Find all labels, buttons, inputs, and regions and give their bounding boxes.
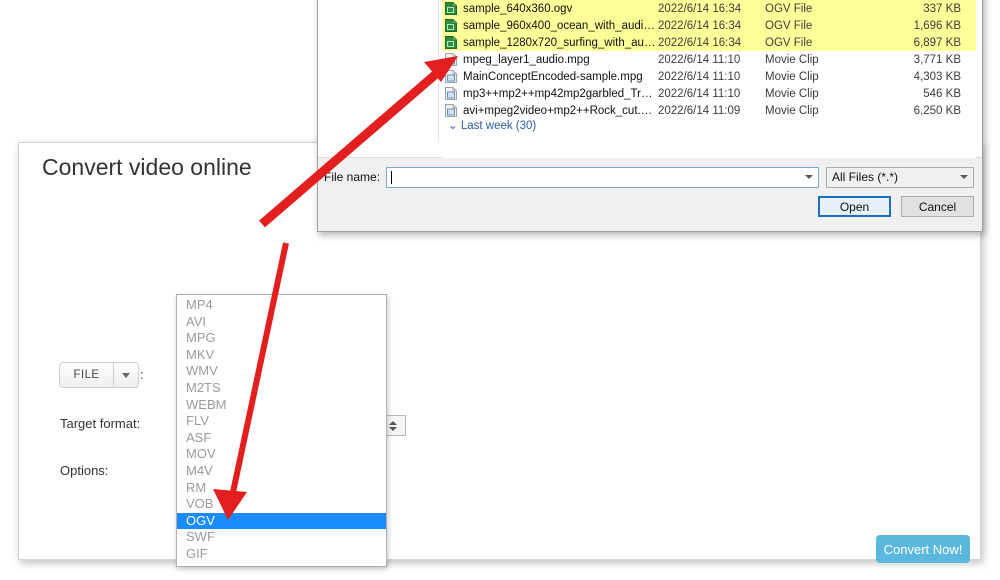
ogv-file-icon [445,2,457,15]
file-list-row[interactable]: mp3++mp2++mp42mp2garbled_Transc... 2022/6… [442,85,976,102]
open-button[interactable]: Open [818,196,891,217]
file-dialog-body: sample_960x540.ogv2022/6/14 16:35OGV Fil… [318,0,982,158]
file-group-header[interactable]: ⌄ Last week (30) [442,119,976,133]
file-type-cell: Movie Clip [765,70,819,83]
file-size-cell: 4,303 KB [913,70,961,83]
file-date-cell: 2022/6/14 11:10 [658,87,741,100]
chevron-down-icon[interactable] [805,175,813,179]
cancel-button[interactable]: Cancel [901,196,974,217]
file-source-label[interactable]: FILE [59,362,113,388]
file-size-cell: 337 KB [923,2,961,15]
format-option-mov[interactable]: MOV [177,446,386,463]
file-date-cell: 2022/6/14 16:34 [658,19,742,32]
file-name-row: File name: All Files (*.*) [324,166,974,188]
file-name-cell: avi+mpeg2video+mp2++Rock_cut.mpg [442,104,658,117]
file-size-cell: 1,696 KB [913,19,961,32]
file-name-input[interactable] [386,166,819,188]
file-type-cell: OGV File [765,36,813,49]
file-name-cell: MainConceptEncoded-sample.mpg [442,70,658,83]
file-dialog-footer: File name: All Files (*.*) Open Cancel [318,158,982,231]
file-name-text: sample_1280x720_surfing_with_audio.ogv [463,36,658,49]
text-cursor-icon [391,170,393,184]
format-option-gif[interactable]: GIF [177,546,386,563]
file-list-row[interactable]: avi+mpeg2video+mp2++Rock_cut.mpg 2022/6/1… [442,102,976,119]
file-name-cell: mp3++mp2++mp42mp2garbled_Transc... [442,87,658,100]
file-name-label: File name: [324,170,381,184]
format-option-webm[interactable]: WEBM [177,397,386,414]
movie-clip-icon [445,104,457,117]
convert-now-button[interactable]: Convert Now! [876,535,970,563]
file-name-text: mpeg_layer1_audio.mpg [463,53,590,66]
ogv-file-icon [445,19,457,32]
file-type-cell: OGV File [765,2,813,15]
file-list[interactable]: sample_960x540.ogv2022/6/14 16:35OGV Fil… [442,0,976,158]
file-type-filter-value: All Files (*.*) [832,170,899,184]
file-name-text: mp3++mp2++mp42mp2garbled_Transc... [463,87,658,100]
file-type-cell: Movie Clip [765,53,819,66]
dialog-button-row: Open Cancel [818,196,974,217]
ogv-file-icon [445,36,457,49]
file-name-text: avi+mpeg2video+mp2++Rock_cut.mpg [463,104,658,117]
format-option-mpg[interactable]: MPG [177,330,386,347]
format-option-rm[interactable]: RM [177,480,386,497]
format-option-vob[interactable]: VOB [177,496,386,513]
format-option-avi[interactable]: AVI [177,314,386,331]
movie-clip-icon [445,70,457,83]
select-spinner-icon [389,420,397,431]
format-option-mp4[interactable]: MP4 [177,297,386,314]
file-name-cell: mpeg_layer1_audio.mpg [442,53,658,66]
format-option-ogv[interactable]: OGV [177,512,386,530]
target-format-options-list[interactable]: MP4 AVI MPG MKV WMV M2TS WEBM FLV ASF MOV M4V RM VOB… [176,294,387,567]
file-list-row[interactable]: sample_640x360.ogv 2022/6/14 16:34 OGV Fil… [442,0,976,17]
file-size-cell: 546 KB [923,87,961,100]
movie-clip-icon [445,53,457,66]
file-source-colon: : [140,367,144,382]
format-option-flv[interactable]: FLV [177,413,386,430]
file-list-row[interactable]: mpeg_layer1_audio.mpg 2022/6/14 11:10 Movi… [442,51,976,68]
format-option-asf[interactable]: ASF [177,430,386,447]
file-list-row[interactable]: MainConceptEncoded-sample.mpg 2022/6/14 1… [442,68,976,85]
file-name-text: sample_640x360.ogv [463,2,573,15]
file-size-cell: 6,250 KB [913,104,961,117]
file-list-row[interactable]: sample_1280x720_surfing_with_audio.ogv20… [442,34,976,51]
chevron-down-icon [122,372,130,378]
file-size-cell: 3,771 KB [913,53,961,66]
file-name-cell: sample_640x360.ogv [442,2,658,15]
movie-clip-icon [445,87,457,100]
file-date-cell: 2022/6/14 11:10 [658,53,741,66]
file-list-row[interactable]: sample_960x400_ocean_with_audio.ogv 2022/… [442,17,976,34]
file-name-cell: sample_960x400_ocean_with_audio.ogv [442,19,658,32]
target-format-label: Target format: [60,416,141,431]
file-name-text: sample_960x400_ocean_with_audio.ogv [463,19,658,32]
format-option-m4v[interactable]: M4V [177,463,386,480]
file-source-caret-button[interactable] [113,362,139,388]
navigation-pane[interactable] [322,0,439,141]
file-size-cell: 6,897 KB [913,36,961,49]
format-option-swf[interactable]: SWF [177,529,386,546]
file-open-dialog: sample_960x540.ogv2022/6/14 16:35OGV Fil… [317,0,983,232]
chevron-down-icon[interactable] [960,175,968,179]
file-type-filter-select[interactable]: All Files (*.*) [826,166,974,188]
screenshot-root: Convert video online FILE : Choose Files… [0,0,1000,580]
file-source-dropdown[interactable]: FILE [59,362,139,388]
file-date-cell: 2022/6/14 16:34 [658,2,742,15]
file-name-text: MainConceptEncoded-sample.mpg [463,70,643,83]
file-name-cell: sample_1280x720_surfing_with_audio.ogv [442,36,658,49]
format-option-wmv[interactable]: WMV [177,363,386,380]
file-type-cell: Movie Clip [765,87,819,100]
file-date-cell: 2022/6/14 11:10 [658,70,741,83]
file-date-cell: 2022/6/14 11:09 [658,104,741,117]
options-label: Options: [60,463,109,478]
format-option-mkv[interactable]: MKV [177,347,386,364]
format-option-m2ts[interactable]: M2TS [177,380,386,397]
file-type-cell: Movie Clip [765,104,819,117]
file-type-cell: OGV File [765,19,813,32]
page-title: Convert video online [42,154,252,180]
file-date-cell: 2022/6/14 16:34 [658,36,742,49]
